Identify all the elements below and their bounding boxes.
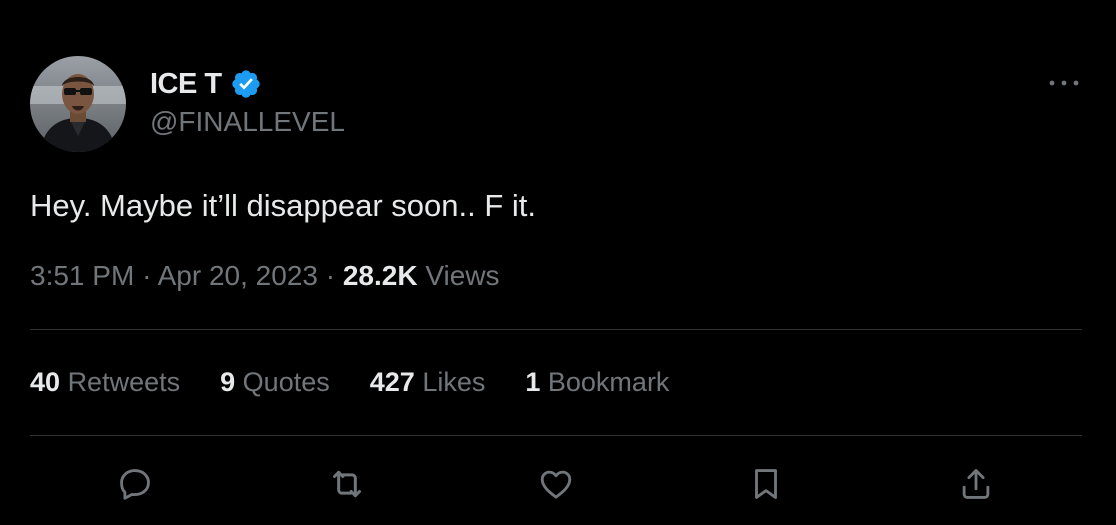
likes-label: Likes xyxy=(422,367,486,397)
retweet-icon[interactable] xyxy=(325,462,369,506)
share-icon[interactable] xyxy=(954,462,998,506)
tweet-date[interactable]: Apr 20, 2023 xyxy=(158,260,318,291)
quotes-count: 9 xyxy=(220,367,236,397)
verified-badge-icon[interactable] xyxy=(230,68,262,100)
like-icon[interactable] xyxy=(534,462,578,506)
bookmarks-stat[interactable]: 1 Bookmark xyxy=(525,367,669,398)
user-handle[interactable]: @FINALLEVEL xyxy=(150,106,345,138)
divider xyxy=(30,329,1082,330)
tweet-time[interactable]: 3:51 PM xyxy=(30,260,134,291)
avatar[interactable] xyxy=(30,56,126,152)
reply-icon[interactable] xyxy=(113,462,157,506)
retweets-stat[interactable]: 40 Retweets xyxy=(30,367,180,398)
quotes-label: Quotes xyxy=(242,367,330,397)
tweet-meta: 3:51 PM · Apr 20, 2023 · 28.2K Views xyxy=(30,260,500,292)
name-row: ICE T xyxy=(150,64,262,104)
tweet-detail: ICE T @FINALLEVEL Hey. Maybe it’ll disap… xyxy=(0,0,1116,525)
bookmark-icon[interactable] xyxy=(744,462,788,506)
more-options-icon[interactable] xyxy=(1044,68,1084,98)
retweets-label: Retweets xyxy=(67,367,181,397)
likes-count: 427 xyxy=(369,367,415,397)
meta-separator: · xyxy=(142,260,152,291)
display-name[interactable]: ICE T xyxy=(150,68,222,101)
engagement-stats: 40 Retweets 9 Quotes 427 Likes 1 Bookmar… xyxy=(30,367,709,398)
tweet-text: Hey. Maybe it’ll disappear soon.. F it. xyxy=(30,188,536,223)
views-count[interactable]: 28.2K xyxy=(343,260,418,291)
bookmarks-label: Bookmark xyxy=(547,367,670,397)
meta-separator: · xyxy=(325,260,336,291)
avatar-image xyxy=(30,56,126,152)
quotes-stat[interactable]: 9 Quotes xyxy=(220,367,330,398)
likes-stat[interactable]: 427 Likes xyxy=(370,367,486,398)
views-label: Views xyxy=(425,260,500,291)
retweets-count: 40 xyxy=(30,367,61,397)
bookmarks-count: 1 xyxy=(525,367,541,397)
divider xyxy=(30,435,1082,436)
